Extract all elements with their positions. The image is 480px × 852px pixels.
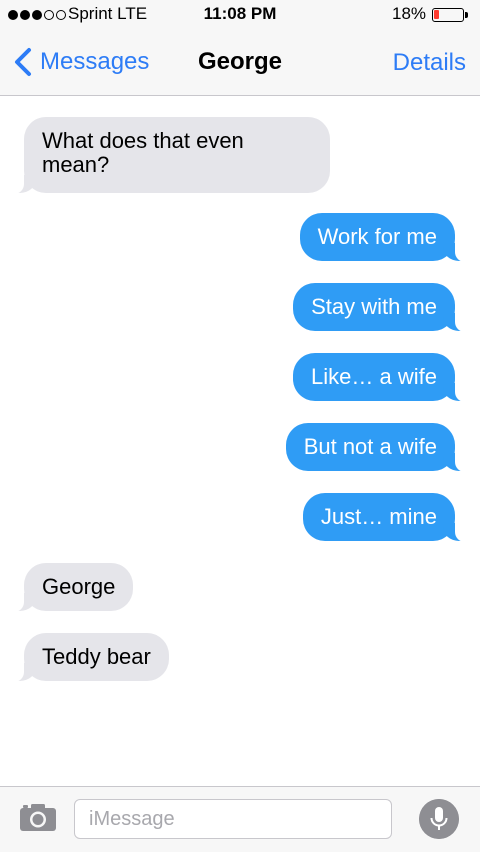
battery-icon (432, 8, 464, 22)
incoming-message[interactable]: Teddy bear (14, 633, 169, 682)
message-thread[interactable]: What does that even mean? Work for me St… (0, 96, 480, 786)
battery-cap (465, 12, 468, 18)
outgoing-message[interactable]: But not a wife (285, 423, 466, 472)
navigation-bar: Messages George Details (0, 30, 480, 96)
incoming-message[interactable]: George (13, 563, 134, 612)
microphone-icon[interactable] (419, 799, 459, 839)
battery-level (434, 10, 439, 19)
details-button[interactable]: Details (393, 49, 466, 77)
outgoing-message[interactable]: Work for me (299, 213, 466, 262)
imessage-input[interactable] (74, 799, 392, 839)
battery-percent: 18% (392, 4, 427, 23)
status-bar: Sprint LTE 11:08 PM 18% (0, 0, 480, 30)
outgoing-message[interactable]: Just… mine (302, 493, 466, 542)
outgoing-message[interactable]: Like… a wife (293, 353, 465, 402)
incoming-message[interactable]: What does that even mean? (14, 117, 330, 194)
outgoing-message[interactable]: Stay with me (293, 283, 465, 332)
camera-icon[interactable] (18, 801, 58, 833)
compose-bar (0, 786, 480, 852)
